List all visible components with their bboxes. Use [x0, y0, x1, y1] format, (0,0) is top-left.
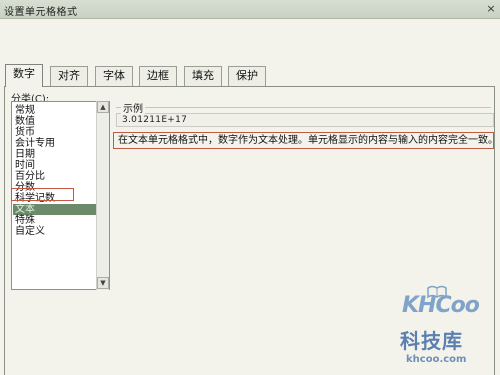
format-description: 在文本单元格格式中，数字作为文本处理。单元格显示的内容与输入的内容完全一致。	[113, 132, 494, 149]
tab-border[interactable]: 边框	[139, 66, 177, 86]
category-item-accounting[interactable]: 会计专用	[15, 138, 55, 149]
title-bar[interactable]: 设置单元格格式 ×	[0, 0, 500, 19]
category-item-percentage[interactable]: 百分比	[15, 171, 45, 182]
watermark-name: 科技库	[400, 329, 463, 353]
category-item-date[interactable]: 日期	[15, 149, 35, 160]
category-item-custom[interactable]: 自定义	[15, 226, 45, 237]
scientific-highlight-box	[11, 188, 74, 201]
category-item-text[interactable]: 文本	[13, 204, 97, 215]
watermark-domain: khcoo.com	[406, 354, 467, 365]
tab-fill[interactable]: 填充	[184, 66, 222, 86]
tab-font[interactable]: 字体	[95, 66, 133, 86]
scroll-down-icon[interactable]: ▼	[97, 277, 109, 289]
khcoo-watermark: KHCoo 科技库 khcoo.com	[400, 285, 494, 371]
category-item-special[interactable]: 特殊	[15, 215, 35, 226]
sample-value: 3.01211E+17	[116, 113, 494, 127]
sample-group-line	[116, 107, 491, 108]
watermark-logo-text: KHCoo	[402, 293, 480, 318]
sample-label: 示例	[121, 100, 145, 115]
category-item-time[interactable]: 时间	[15, 160, 35, 171]
category-item-number[interactable]: 数值	[15, 116, 35, 127]
category-scrollbar[interactable]: ▲ ▼	[96, 101, 109, 290]
tab-number[interactable]: 数字	[5, 64, 43, 87]
dialog-title: 设置单元格格式	[4, 7, 78, 18]
format-cells-dialog: 设置单元格格式 × 数字 对齐 字体 边框 填充 保护 分类(C): 常规 数值…	[0, 0, 500, 375]
category-item-general[interactable]: 常规	[15, 105, 35, 116]
tab-protection[interactable]: 保护	[228, 66, 266, 86]
close-icon[interactable]: ×	[485, 2, 497, 16]
scroll-up-icon[interactable]: ▲	[97, 101, 109, 113]
category-item-currency[interactable]: 货币	[15, 127, 35, 138]
tab-alignment[interactable]: 对齐	[50, 66, 88, 86]
